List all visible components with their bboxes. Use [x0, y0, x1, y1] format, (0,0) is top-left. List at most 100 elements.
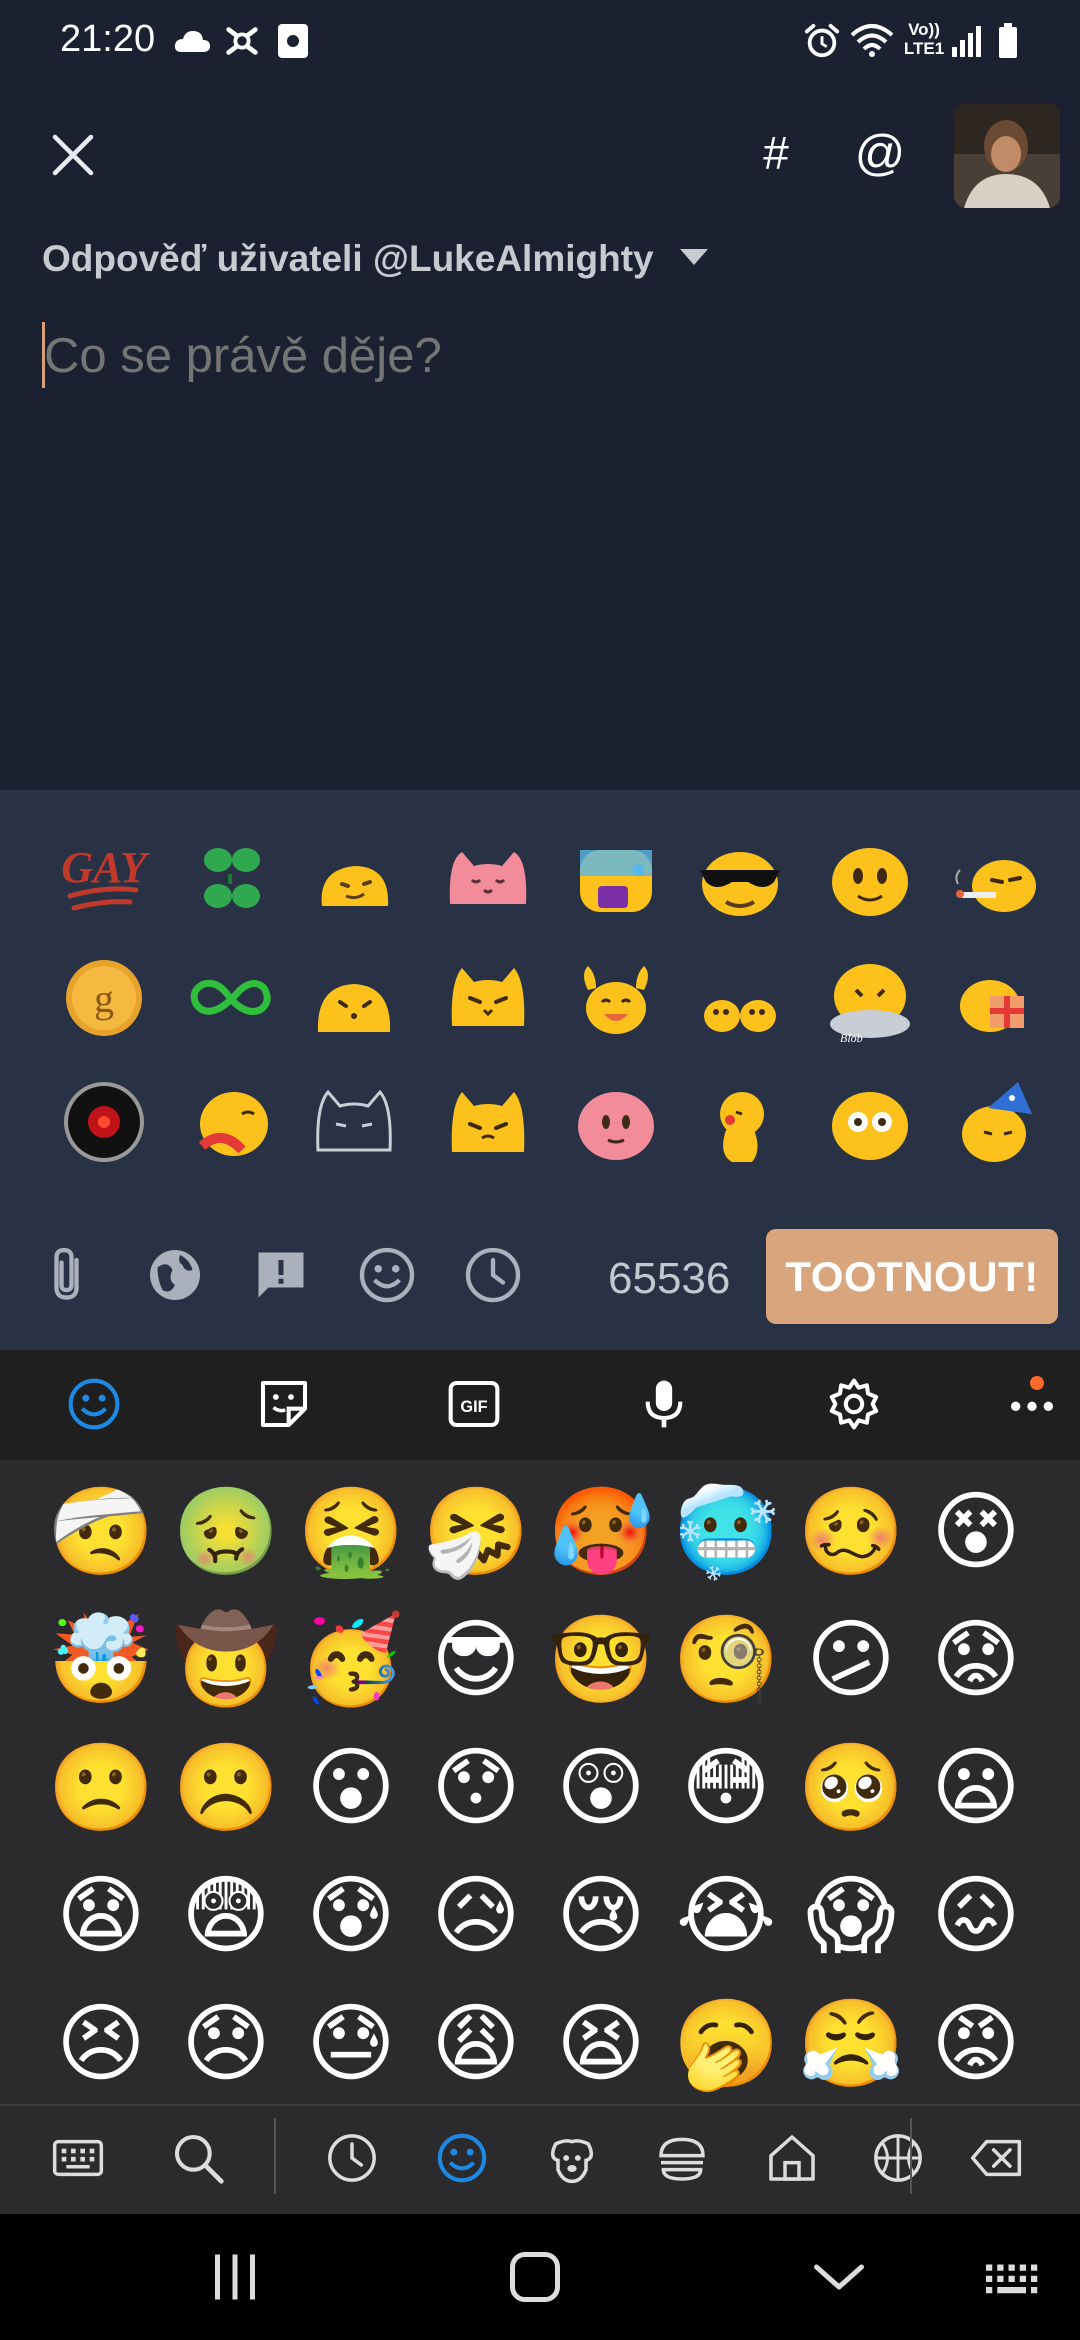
emoji-key[interactable]: 🙁 [46, 1733, 156, 1843]
custom-emoji-cat-outline[interactable] [306, 1074, 402, 1170]
back-icon[interactable] [804, 2244, 874, 2310]
emoji-key[interactable]: 🤯 [46, 1605, 156, 1715]
custom-emoji-pink-cat[interactable] [440, 830, 536, 926]
emoji-key[interactable]: 😧 [46, 1861, 156, 1971]
emoji-key[interactable]: 😟 [921, 1605, 1031, 1715]
emoji-key[interactable]: 😥 [421, 1861, 531, 1971]
settings-icon[interactable] [822, 1372, 886, 1436]
emoji-key[interactable]: 😓 [296, 1989, 406, 2099]
emoji-icon[interactable] [62, 1372, 126, 1436]
custom-emoji-blob-pink[interactable] [568, 1074, 664, 1170]
sports-icon[interactable] [866, 2126, 930, 2190]
custom-emoji-blob-pair[interactable] [692, 950, 788, 1046]
custom-emoji-blob-smirk[interactable] [306, 830, 402, 926]
backspace-icon[interactable] [964, 2126, 1028, 2190]
emoji-key[interactable]: ☹️ [171, 1733, 281, 1843]
emoji-key[interactable]: 🥴 [796, 1477, 906, 1587]
emoji-key[interactable]: 😞 [171, 1989, 281, 2099]
custom-emoji-blob-smoking[interactable] [948, 830, 1044, 926]
custom-emoji-cat-yellow[interactable] [440, 950, 536, 1046]
attach-icon[interactable] [34, 1240, 104, 1310]
emoji-key[interactable]: 😨 [171, 1861, 281, 1971]
emoji-key[interactable]: 😮 [296, 1733, 406, 1843]
emoji-key[interactable]: 🥺 [796, 1733, 906, 1843]
custom-emoji-blob-wizard[interactable] [948, 1074, 1044, 1170]
emoji-key[interactable]: 🤢 [171, 1477, 281, 1587]
chevron-down-icon[interactable] [680, 249, 708, 265]
emoji-key[interactable]: 🤠 [171, 1605, 281, 1715]
mention-button[interactable]: @ [848, 124, 912, 188]
gif-icon[interactable]: GIF [442, 1372, 506, 1436]
cloud-icon [172, 22, 212, 60]
emoji-key[interactable]: 🧐 [671, 1605, 781, 1715]
custom-emoji-blob-drums[interactable]: Blob [822, 950, 918, 1046]
emoji-key[interactable]: 😱 [796, 1861, 906, 1971]
custom-emoji-blob-blush[interactable] [306, 950, 402, 1046]
wifi-icon [850, 22, 894, 60]
recent-icon[interactable] [320, 2126, 384, 2190]
custom-emoji-blob-sweat[interactable] [568, 830, 664, 926]
emoji-key[interactable]: 🤓 [546, 1605, 656, 1715]
food-icon[interactable] [650, 2126, 714, 2190]
content-warning-icon[interactable] [246, 1240, 316, 1310]
search-icon[interactable] [166, 2126, 230, 2190]
sticker-icon[interactable] [252, 1372, 316, 1436]
emoji-key[interactable]: 🤮 [296, 1477, 406, 1587]
custom-emoji-blob-stare[interactable] [822, 1074, 918, 1170]
close-button[interactable] [38, 120, 108, 190]
emoji-key[interactable]: 🥳 [296, 1605, 406, 1715]
custom-emoji-blob-kiss[interactable] [692, 1074, 788, 1170]
emoji-key[interactable]: 😵 [921, 1477, 1031, 1587]
emoji-key[interactable]: 😖 [921, 1861, 1031, 1971]
emoji-icon[interactable] [352, 1240, 422, 1310]
mic-icon[interactable] [632, 1372, 696, 1436]
custom-emoji-gay[interactable]: GAY [56, 830, 152, 926]
emoji-key[interactable]: 😡 [921, 1989, 1031, 2099]
emoji-key[interactable]: 😫 [546, 1989, 656, 2099]
svg-text:g: g [94, 976, 114, 1021]
recent-apps-icon[interactable] [200, 2244, 270, 2310]
emoji-key[interactable]: 🤧 [421, 1477, 531, 1587]
custom-emoji-hal[interactable] [56, 1074, 152, 1170]
home-button-icon[interactable] [500, 2244, 570, 2310]
globe-icon[interactable] [140, 1240, 210, 1310]
custom-emoji-blob-gift[interactable] [948, 950, 1044, 1046]
emoji-key[interactable]: 🥵 [546, 1477, 656, 1587]
emoji-key[interactable]: 😩 [421, 1989, 531, 2099]
custom-emoji-clover[interactable] [182, 830, 278, 926]
emoji-key[interactable]: 😕 [796, 1605, 906, 1715]
app-icon [222, 22, 262, 60]
compose-input[interactable] [44, 326, 1024, 386]
emoji-key[interactable]: 🤕 [46, 1477, 156, 1587]
avatar[interactable] [954, 104, 1060, 208]
keyboard-icon[interactable] [46, 2126, 110, 2190]
emoji-key[interactable]: 😦 [921, 1733, 1031, 1843]
emoji-key[interactable]: 😢 [546, 1861, 656, 1971]
custom-emoji-blob-hug-heart[interactable] [182, 1074, 278, 1170]
emoji-key[interactable]: 😭 [671, 1861, 781, 1971]
emoji-key[interactable]: 😲 [546, 1733, 656, 1843]
emoji-key[interactable]: 😯 [421, 1733, 531, 1843]
emoji-key[interactable]: 🥶 [671, 1477, 781, 1587]
custom-emoji-blob-smile[interactable] [822, 830, 918, 926]
emoji-key[interactable]: 😎 [421, 1605, 531, 1715]
battery-icon [994, 22, 1022, 60]
smiley-icon[interactable] [430, 2126, 494, 2190]
custom-emoji-g-coin[interactable]: g [56, 950, 152, 1046]
home-icon[interactable] [760, 2126, 824, 2190]
emoji-keyboard [0, 1350, 1080, 2214]
custom-emoji-infinity[interactable] [182, 950, 278, 1046]
schedule-icon[interactable] [458, 1240, 528, 1310]
custom-emoji-cat-yellow-2[interactable] [440, 1074, 536, 1170]
emoji-key[interactable]: 😳 [671, 1733, 781, 1843]
emoji-key[interactable]: 😤 [796, 1989, 906, 2099]
emoji-key[interactable]: 😣 [46, 1989, 156, 2099]
emoji-key[interactable]: 🥱 [671, 1989, 781, 2099]
emoji-key[interactable]: 😰 [296, 1861, 406, 1971]
hashtag-button[interactable]: # [748, 126, 804, 186]
toot-button[interactable]: TOOTNOUT! [766, 1229, 1058, 1324]
animal-icon[interactable] [540, 2126, 604, 2190]
custom-emoji-blob-cheer[interactable] [568, 950, 664, 1046]
custom-emoji-blob-sunglasses[interactable] [692, 830, 788, 926]
keyboard-toggle-icon[interactable] [976, 2244, 1046, 2310]
